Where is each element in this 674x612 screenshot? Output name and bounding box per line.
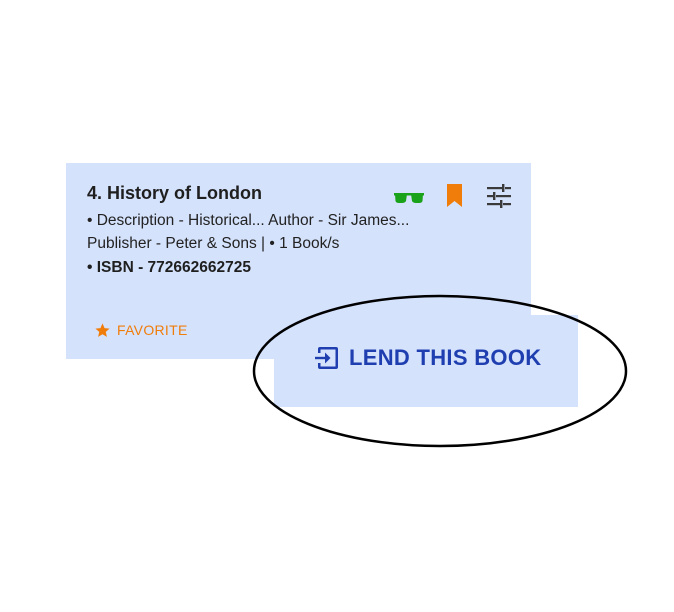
book-isbn: • ISBN - 772662662725 xyxy=(87,259,251,276)
glasses-icon[interactable] xyxy=(394,191,424,205)
star-icon xyxy=(95,322,110,337)
bookmark-icon[interactable] xyxy=(446,184,463,208)
login-arrow-icon xyxy=(315,347,338,369)
favorite-button[interactable]: FAVORITE xyxy=(94,320,188,340)
tune-icon[interactable] xyxy=(486,183,512,209)
favorite-label: FAVORITE xyxy=(117,322,188,338)
book-description: • Description - Historical... Author - S… xyxy=(87,212,410,252)
book-title: 4. History of London xyxy=(87,183,262,203)
lend-this-book-button[interactable]: LEND THIS BOOK xyxy=(314,343,541,373)
lend-label: LEND THIS BOOK xyxy=(349,345,542,370)
